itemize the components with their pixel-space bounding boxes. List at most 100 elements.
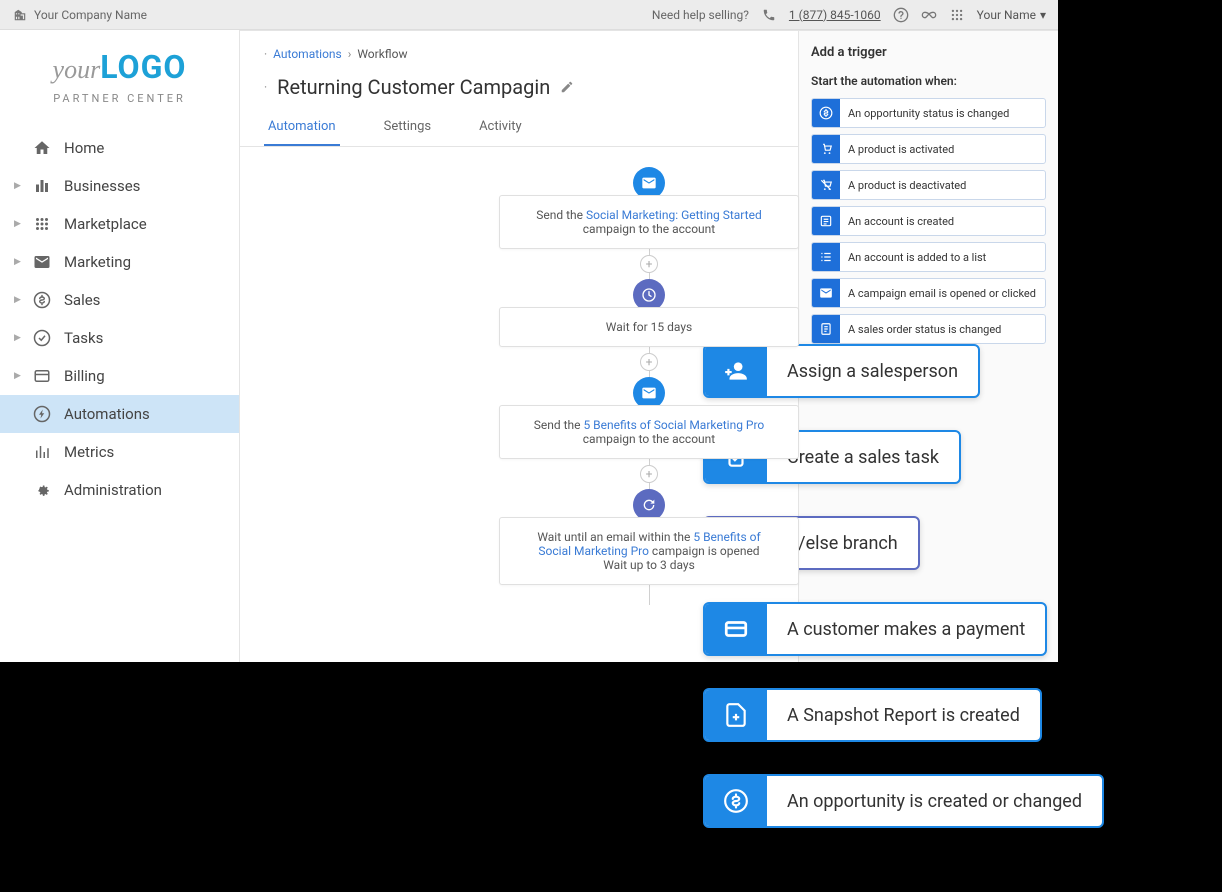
- edit-icon[interactable]: [560, 80, 574, 94]
- sidebar-item-sales[interactable]: ▶ Sales: [0, 281, 239, 319]
- sidebar-item-tasks[interactable]: ▶ Tasks: [0, 319, 239, 357]
- trigger-label: A sales order status is changed: [840, 323, 1009, 336]
- trigger-label: An account is added to a list: [840, 251, 994, 264]
- infinity-icon[interactable]: [921, 7, 937, 23]
- trigger-label: A product is deactivated: [840, 179, 974, 192]
- action-option[interactable]: A customer makes a payment: [703, 602, 1047, 656]
- trigger-label: An opportunity status is changed: [840, 107, 1017, 120]
- sidebar-item-marketplace[interactable]: ▶ Marketplace: [0, 205, 239, 243]
- grid-icon: [32, 215, 52, 233]
- sidebar-item-home[interactable]: Home: [0, 129, 239, 167]
- action-label: A customer makes a payment: [767, 619, 1045, 640]
- sidebar-item-metrics[interactable]: Metrics: [0, 433, 239, 471]
- trigger-option[interactable]: A campaign email is opened or clicked: [811, 278, 1046, 308]
- action-label: A Snapshot Report is created: [767, 705, 1040, 726]
- gear-icon: [32, 481, 52, 499]
- trigger-label: An account is created: [840, 215, 962, 228]
- sidebar-item-businesses[interactable]: ▶ Businesses: [0, 167, 239, 205]
- dollar-icon: [812, 99, 840, 127]
- building-icon: [12, 7, 28, 23]
- cart-icon: [812, 135, 840, 163]
- sidebar-nav: Home ▶ Businesses ▶ Marketplace ▶ Market…: [0, 129, 239, 509]
- action-label: Assign a salesperson: [767, 361, 978, 382]
- sidebar-item-billing[interactable]: ▶ Billing: [0, 357, 239, 395]
- sidebar-item-label: Tasks: [64, 329, 103, 347]
- dollar-icon: [32, 291, 52, 309]
- tab-activity[interactable]: Activity: [475, 111, 526, 146]
- sidebar-item-automations[interactable]: Automations: [0, 395, 239, 433]
- user-name: Your Name: [977, 8, 1036, 22]
- sidebar-item-label: Businesses: [64, 177, 140, 195]
- trigger-label: A campaign email is opened or clicked: [840, 287, 1044, 300]
- sidebar-item-label: Automations: [64, 405, 150, 423]
- action-option[interactable]: A Snapshot Report is created: [703, 688, 1042, 742]
- trigger-option[interactable]: An account is added to a list: [811, 242, 1046, 272]
- apps-icon[interactable]: [949, 7, 965, 23]
- trigger-option[interactable]: An opportunity status is changed: [811, 98, 1046, 128]
- panel-title: Add a trigger: [811, 45, 1046, 60]
- chevron-down-icon: ▾: [1040, 8, 1046, 22]
- person-add-icon: [705, 346, 767, 396]
- trigger-option[interactable]: An account is created: [811, 206, 1046, 236]
- topbar: Your Company Name Need help selling? 1 (…: [0, 0, 1058, 30]
- action-option[interactable]: Assign a salesperson: [703, 344, 980, 398]
- trigger-label: A product is activated: [840, 143, 962, 156]
- chevron-icon: ▶: [14, 219, 20, 229]
- billing-icon: [32, 367, 52, 385]
- help-icon[interactable]: [893, 7, 909, 23]
- panel-subtitle: Start the automation when:: [811, 74, 1046, 88]
- tab-automation[interactable]: Automation: [264, 111, 340, 146]
- breadcrumb-current: Workflow: [357, 47, 407, 61]
- action-option[interactable]: An opportunity is created or changed: [703, 774, 1104, 828]
- chart-icon: [32, 443, 52, 461]
- mail-icon: [812, 279, 840, 307]
- company-name: Your Company Name: [34, 8, 147, 22]
- help-text: Need help selling?: [652, 8, 749, 22]
- sidebar-item-label: Marketplace: [64, 215, 147, 233]
- sidebar-item-label: Administration: [64, 481, 162, 499]
- card-icon: [705, 604, 767, 654]
- trigger-option[interactable]: A sales order status is changed: [811, 314, 1046, 344]
- sidebar-item-label: Home: [64, 139, 104, 157]
- chevron-icon: ▶: [14, 371, 20, 381]
- trigger-option[interactable]: A product is activated: [811, 134, 1046, 164]
- sidebar-item-marketing[interactable]: ▶ Marketing: [0, 243, 239, 281]
- chevron-icon: ▶: [14, 181, 20, 191]
- phone-icon: [761, 7, 777, 23]
- logo-your: your: [53, 55, 101, 84]
- sidebar-item-label: Marketing: [64, 253, 131, 271]
- account-icon: [812, 207, 840, 235]
- logo-logo: LOGO: [100, 48, 186, 86]
- bolt-icon: [32, 405, 52, 423]
- user-menu[interactable]: Your Name ▾: [977, 8, 1046, 22]
- home-icon: [32, 139, 52, 157]
- flow-step-card[interactable]: Send the Social Marketing: Getting Start…: [499, 195, 799, 249]
- add-step-button[interactable]: +: [640, 465, 658, 483]
- page-title: Returning Customer Campagin: [277, 75, 550, 99]
- phone-number[interactable]: 1 (877) 845-1060: [789, 8, 881, 22]
- chevron-icon: ▶: [14, 333, 20, 343]
- sidebar-item-administration[interactable]: Administration: [0, 471, 239, 509]
- flow-step-card[interactable]: Send the 5 Benefits of Social Marketing …: [499, 405, 799, 459]
- chevron-icon: ▶: [14, 257, 20, 267]
- sidebar: yourLOGO PARTNER CENTER Home ▶ Businesse…: [0, 30, 240, 662]
- breadcrumb-item[interactable]: Automations: [273, 47, 342, 61]
- breadcrumb-sep: ›: [348, 47, 352, 61]
- list-icon: [812, 243, 840, 271]
- sidebar-item-label: Metrics: [64, 443, 114, 461]
- sidebar-item-label: Sales: [64, 291, 100, 309]
- flow-step-card[interactable]: Wait for 15 days: [499, 307, 799, 347]
- cart-off-icon: [812, 171, 840, 199]
- logo-subtitle: PARTNER CENTER: [20, 92, 219, 105]
- flow-step-card[interactable]: Wait until an email within the 5 Benefit…: [499, 517, 799, 585]
- breadcrumb-dot: ·: [264, 47, 267, 61]
- trigger-option[interactable]: A product is deactivated: [811, 170, 1046, 200]
- file-add-icon: [705, 690, 767, 740]
- add-step-button[interactable]: +: [640, 255, 658, 273]
- order-icon: [812, 315, 840, 343]
- check-icon: [32, 329, 52, 347]
- add-step-button[interactable]: +: [640, 353, 658, 371]
- mail-icon: [32, 253, 52, 271]
- logo-block: yourLOGO PARTNER CENTER: [0, 30, 239, 117]
- tab-settings[interactable]: Settings: [380, 111, 435, 146]
